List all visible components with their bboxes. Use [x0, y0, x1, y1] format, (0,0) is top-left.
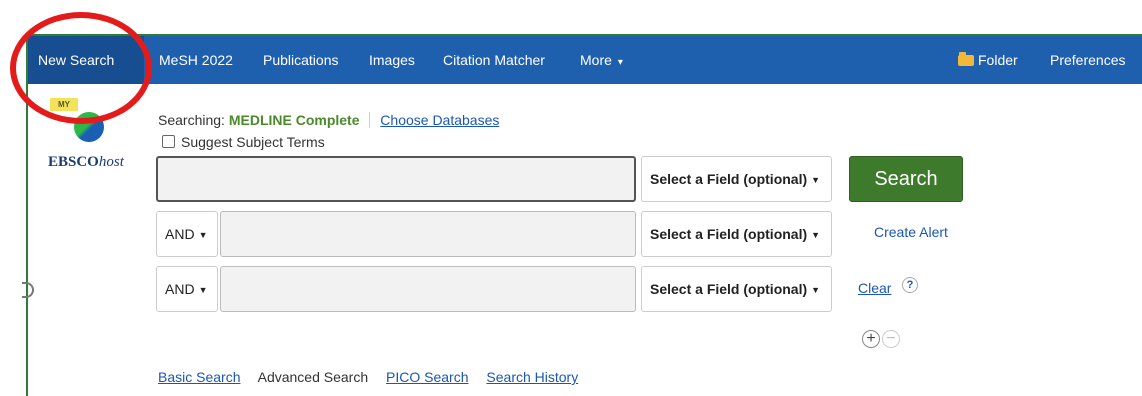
nav-images[interactable]: Images [359, 36, 425, 84]
nav-citation-matcher[interactable]: Citation Matcher [433, 36, 555, 84]
annotation-circle [10, 12, 152, 124]
operator-label: AND [165, 281, 195, 297]
chevron-down-icon: ▼ [811, 230, 821, 240]
search-button[interactable]: Search [849, 156, 963, 202]
remove-row-icon: − [882, 330, 900, 348]
operator-label: AND [165, 226, 195, 242]
chevron-down-icon: ▼ [198, 230, 208, 240]
boolean-operator-3[interactable]: AND ▼ [156, 266, 218, 312]
nav-preferences[interactable]: Preferences [1040, 36, 1135, 84]
top-navigation-bar: New Search MeSH 2022 Publications Images… [28, 36, 1142, 84]
ebscohost-wordmark: EBSCOhost [48, 154, 124, 171]
nav-citation-matcher-label: Citation Matcher [443, 52, 545, 68]
field-select-1[interactable]: Select a Field (optional) ▼ [641, 156, 832, 202]
clear-link[interactable]: Clear [858, 280, 891, 296]
searching-prefix: Searching: [158, 112, 225, 128]
searching-line: Searching: MEDLINE Complete Choose Datab… [158, 112, 499, 128]
help-icon[interactable]: ? [902, 277, 918, 293]
field-select-label: Select a Field (optional) [650, 226, 808, 242]
search-history-link[interactable]: Search History [486, 369, 578, 385]
field-select-label: Select a Field (optional) [650, 281, 808, 297]
search-input-1[interactable] [156, 156, 636, 202]
chevron-down-icon: ▼ [811, 285, 821, 295]
basic-search-link[interactable]: Basic Search [158, 369, 240, 385]
field-select-3[interactable]: Select a Field (optional) ▼ [641, 266, 832, 312]
suggest-label: Suggest Subject Terms [181, 134, 325, 150]
chevron-down-icon: ▾ [617, 57, 623, 68]
nav-publications[interactable]: Publications [253, 36, 349, 84]
database-name: MEDLINE Complete [228, 112, 360, 128]
nav-more[interactable]: More ▾ [570, 36, 633, 84]
create-alert-link[interactable]: Create Alert [874, 224, 948, 240]
nav-folder-label: Folder [978, 52, 1018, 68]
brand-italic: host [98, 154, 124, 170]
nav-folder[interactable]: Folder [948, 36, 1028, 84]
suggest-subject-terms[interactable]: Suggest Subject Terms [162, 134, 325, 150]
suggest-checkbox[interactable] [162, 135, 175, 148]
divider [369, 112, 371, 128]
field-select-2[interactable]: Select a Field (optional) ▼ [641, 211, 832, 257]
search-mode-links: Basic Search Advanced Search PICO Search… [158, 369, 592, 385]
nav-more-label: More [580, 52, 612, 68]
advanced-search-current: Advanced Search [257, 369, 369, 385]
nav-mesh-label: MeSH 2022 [159, 52, 233, 68]
nav-mesh[interactable]: MeSH 2022 [149, 36, 243, 84]
nav-images-label: Images [369, 52, 415, 68]
folder-icon [958, 52, 974, 66]
pico-search-link[interactable]: PICO Search [386, 369, 468, 385]
add-row-icon[interactable]: + [862, 330, 880, 348]
field-select-label: Select a Field (optional) [650, 171, 808, 187]
boolean-operator-2[interactable]: AND ▼ [156, 211, 218, 257]
nav-preferences-label: Preferences [1050, 52, 1126, 68]
chevron-down-icon: ▼ [811, 175, 821, 185]
search-input-2[interactable] [220, 211, 636, 257]
chevron-down-icon: ▼ [198, 285, 208, 295]
brand-main: EBSCO [48, 154, 99, 170]
search-input-3[interactable] [220, 266, 636, 312]
choose-databases-link[interactable]: Choose Databases [380, 112, 499, 128]
nav-publications-label: Publications [263, 52, 339, 68]
